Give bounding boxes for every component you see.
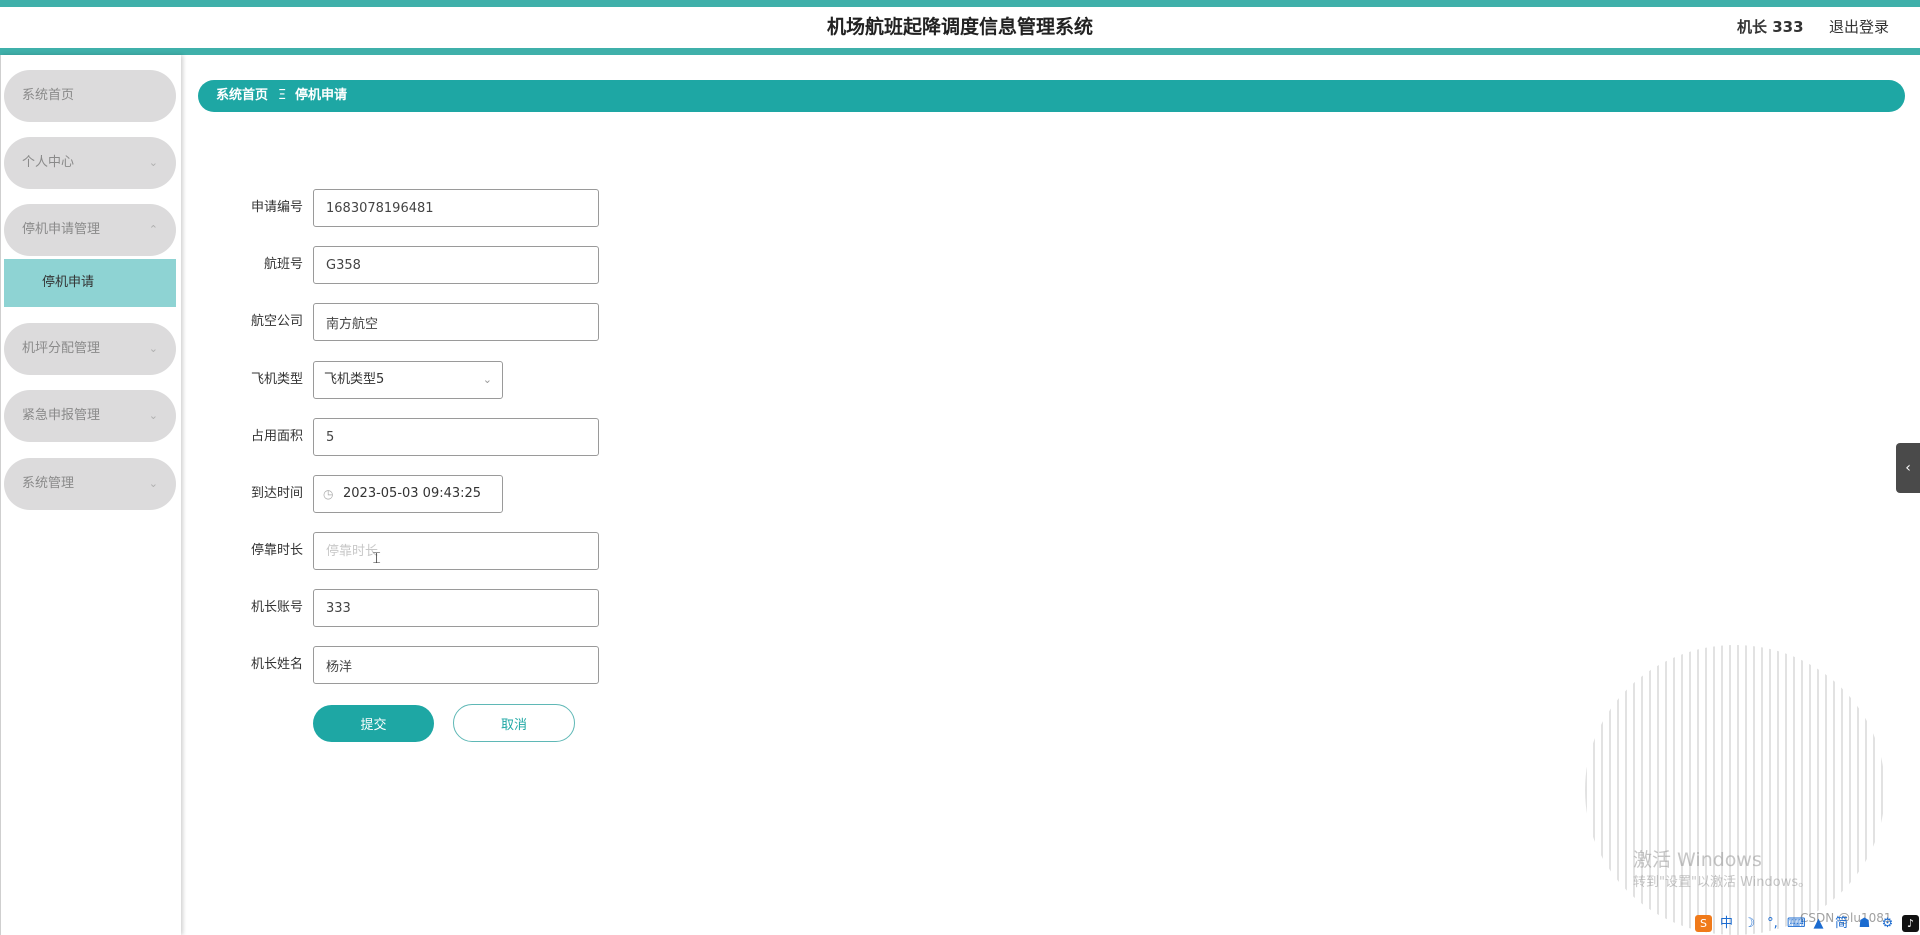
aircraft-type-select[interactable]: 飞机类型5 ⌄	[313, 361, 503, 399]
app-title: 机场航班起降调度信息管理系统	[826, 16, 1093, 38]
application-no-label: 申请编号	[250, 200, 303, 215]
cancel-button[interactable]: 取消	[453, 704, 575, 742]
captain-name-label: 机长姓名	[250, 657, 303, 672]
chevron-up-icon: ⌃	[148, 223, 158, 236]
captain-name-input[interactable]	[313, 646, 599, 684]
aircraft-type-label: 飞机类型	[250, 372, 303, 387]
sidebar-item-label: 机坪分配管理	[22, 341, 101, 356]
arrival-time-value: 2023-05-03 09:43:25	[343, 486, 482, 501]
moon-icon[interactable]: ☽	[1741, 915, 1758, 932]
captain-account-input[interactable]	[313, 589, 599, 627]
clock-icon: ◷	[323, 487, 334, 501]
sidebar: 系统首页 个人中心 ⌄ 停机申请管理 ⌃ 停机申请 机坪分配管理 ⌄ 紧急申报管…	[0, 55, 181, 935]
captain-account-label: 机长账号	[250, 600, 303, 615]
header-top-stripe	[0, 0, 1920, 7]
flight-no-label: 航班号	[263, 257, 303, 272]
keyboard-icon[interactable]: ⌨	[1787, 915, 1806, 932]
shirt-icon[interactable]: ☗	[1856, 915, 1873, 932]
windows-activation-watermark: 激活 Windows	[1633, 849, 1762, 871]
sidebar-subitem-label: 停机申请	[42, 275, 95, 290]
area-label: 占用面积	[250, 429, 303, 444]
arrival-time-label: 到达时间	[250, 486, 303, 501]
flight-no-input[interactable]	[313, 246, 599, 284]
chevron-down-icon: ⌄	[148, 156, 158, 169]
sidebar-item-home[interactable]: 系统首页	[4, 70, 176, 122]
logout-link[interactable]: 退出登录	[1829, 7, 1889, 48]
breadcrumb-separator-icon: Ξ	[278, 88, 287, 103]
area-input[interactable]	[313, 418, 599, 456]
arrow-up-icon[interactable]: ▲	[1810, 915, 1827, 932]
airline-input[interactable]	[313, 303, 599, 341]
sidebar-item-label: 紧急申报管理	[22, 408, 101, 423]
system-tray: S 中 ☽ °, ⌨ ▲ 简 ☗ ⚙ ♪	[1695, 915, 1919, 935]
arrival-time-picker[interactable]: ◷ 2023-05-03 09:43:25	[313, 475, 503, 513]
parking-duration-input[interactable]	[313, 532, 599, 570]
chevron-down-icon: ⌄	[148, 477, 158, 490]
gear-icon[interactable]: ⚙	[1879, 915, 1896, 932]
chinese-input-icon[interactable]: 中	[1718, 915, 1735, 932]
sogou-ime-icon[interactable]: S	[1695, 915, 1712, 932]
sidebar-item-personal-center[interactable]: 个人中心 ⌄	[4, 137, 176, 189]
aircraft-type-value: 飞机类型5	[324, 372, 385, 387]
chevron-down-icon: ⌄	[148, 409, 158, 422]
punctuation-icon[interactable]: °,	[1764, 915, 1781, 932]
parking-duration-label: 停靠时长	[250, 543, 303, 558]
breadcrumb-current: 停机申请	[295, 88, 348, 103]
chevron-down-icon: ⌄	[482, 373, 492, 386]
sidebar-item-label: 个人中心	[22, 155, 75, 170]
collapse-panel-button[interactable]: ‹	[1896, 443, 1920, 493]
tiktok-icon[interactable]: ♪	[1902, 915, 1919, 932]
sidebar-item-emergency-report-management[interactable]: 紧急申报管理 ⌄	[4, 390, 176, 442]
airline-label: 航空公司	[250, 314, 303, 329]
header-bottom-stripe	[0, 48, 1920, 55]
submit-button[interactable]: 提交	[313, 705, 434, 742]
simplified-icon[interactable]: 简	[1833, 915, 1850, 932]
chevron-down-icon: ⌄	[148, 342, 158, 355]
application-no-input[interactable]	[313, 189, 599, 227]
breadcrumb: 系统首页 Ξ 停机申请	[198, 80, 1905, 112]
sidebar-item-system-management[interactable]: 系统管理 ⌄	[4, 458, 176, 510]
sidebar-item-label: 停机申请管理	[22, 222, 101, 237]
sidebar-item-label: 系统首页	[22, 88, 75, 103]
breadcrumb-home-link[interactable]: 系统首页	[216, 80, 268, 112]
sidebar-item-parking-application-management[interactable]: 停机申请管理 ⌃	[4, 204, 176, 256]
sidebar-item-label: 系统管理	[22, 476, 75, 491]
sidebar-item-apron-allocation-management[interactable]: 机坪分配管理 ⌄	[4, 323, 176, 375]
windows-activation-hint: 转到"设置"以激活 Windows。	[1633, 875, 1812, 890]
text-cursor-icon: 𝙸	[371, 548, 383, 567]
decorative-circle	[1585, 645, 1885, 935]
sidebar-subitem-parking-application[interactable]: 停机申请	[4, 259, 176, 307]
current-user-label: 机长 333	[1737, 18, 1804, 36]
